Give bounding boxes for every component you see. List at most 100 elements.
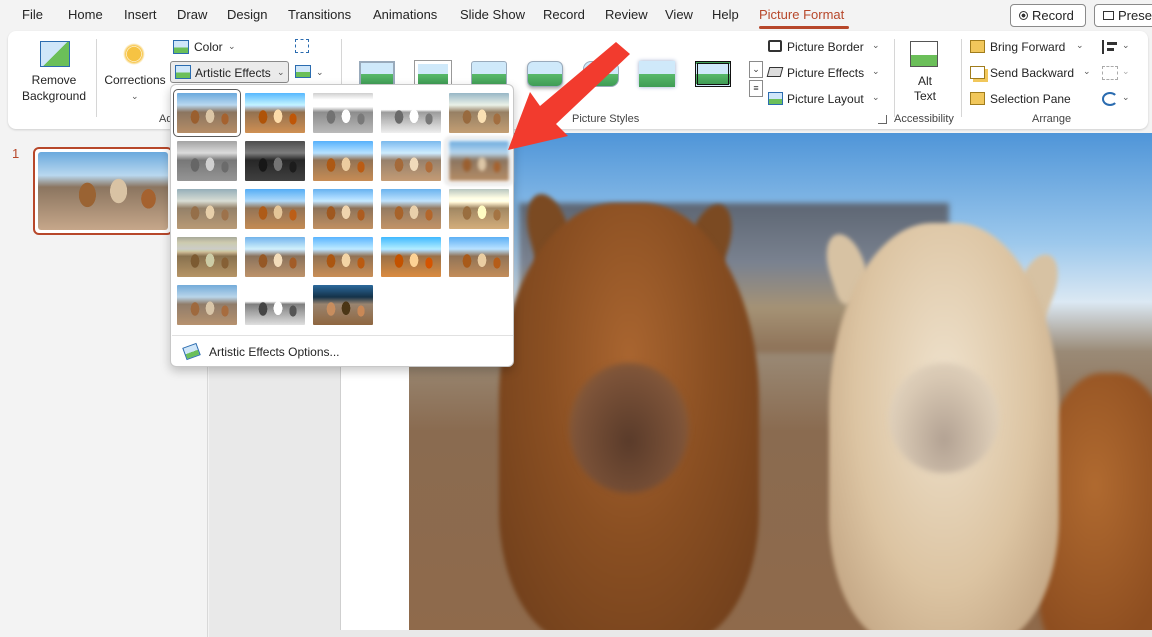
alpaca-photo[interactable] (409, 133, 1152, 630)
alt-text-button[interactable]: Alt Text (900, 37, 950, 107)
artistic-effect-thumb[interactable] (313, 285, 373, 325)
present-button[interactable]: Preser (1094, 4, 1152, 27)
artistic-effects-label: Artistic Effects (195, 66, 271, 80)
bring-forward-button[interactable]: Bring Forward ⌄ (970, 38, 1090, 56)
tab-slide-show[interactable]: Slide Show (460, 7, 525, 22)
chevron-down-icon[interactable]: ⌄ (1122, 40, 1130, 51)
artistic-effects-icon (175, 65, 191, 79)
artistic-effect-thumb[interactable] (245, 93, 305, 133)
artistic-effect-thumb[interactable] (245, 141, 305, 181)
artistic-effect-thumb[interactable] (381, 237, 441, 277)
artistic-effect-thumb[interactable] (381, 93, 441, 133)
tab-file[interactable]: File (22, 7, 43, 22)
chevron-down-icon: ⌄ (277, 67, 285, 77)
tab-picture-format[interactable]: Picture Format (759, 7, 844, 22)
chevron-down-icon: ⌄ (228, 41, 236, 51)
compress-pictures-icon[interactable] (295, 39, 309, 53)
chevron-down-icon: ⌄ (1076, 40, 1084, 50)
accessibility-group-label: Accessibility (894, 113, 954, 125)
chevron-down-icon: ⌄ (1083, 66, 1091, 76)
chevron-down-icon: ⌄ (872, 92, 880, 102)
slide-thumbnail-image (38, 152, 168, 230)
artistic-effect-thumb[interactable] (449, 189, 509, 229)
chevron-down-icon: ⌄ (872, 40, 880, 50)
artistic-effect-thumb[interactable] (245, 237, 305, 277)
artistic-effect-thumb[interactable] (177, 285, 237, 325)
artistic-effect-thumb[interactable] (313, 189, 373, 229)
dialog-launcher-icon[interactable] (878, 115, 887, 124)
remove-background-label-2: Background (21, 89, 87, 103)
artistic-effect-thumb[interactable] (245, 189, 305, 229)
chevron-down-icon[interactable]: ⌄ (1122, 92, 1130, 103)
tab-home[interactable]: Home (68, 7, 103, 22)
corrections-button[interactable]: Corrections ⌄ (100, 35, 170, 107)
gallery-more-button[interactable]: ≡ (749, 80, 763, 97)
active-tab-indicator (759, 26, 849, 29)
tab-help[interactable]: Help (712, 7, 739, 22)
artistic-effect-thumb[interactable] (381, 189, 441, 229)
bring-forward-icon (970, 40, 985, 53)
artistic-effects-options-item[interactable]: Artistic Effects Options... (181, 342, 505, 363)
tab-view[interactable]: View (665, 7, 693, 22)
present-icon (1103, 11, 1114, 20)
record-icon (1019, 11, 1028, 20)
tab-insert[interactable]: Insert (124, 7, 157, 22)
selection-pane-button[interactable]: Selection Pane (970, 90, 1080, 108)
picture-style-thumb[interactable] (634, 56, 680, 92)
group-objects-icon[interactable] (1102, 66, 1118, 80)
separator (961, 39, 962, 117)
change-picture-icon[interactable] (295, 65, 311, 78)
chevron-down-icon[interactable]: ⌄ (1122, 66, 1130, 77)
record-button[interactable]: Record (1010, 4, 1086, 27)
picture-layout-button[interactable]: Picture Layout ⌄ (766, 90, 884, 108)
picture-effects-button[interactable]: Picture Effects ⌄ (766, 64, 884, 82)
picture-border-button[interactable]: Picture Border ⌄ (766, 38, 884, 56)
artistic-effect-thumb[interactable] (245, 285, 305, 325)
color-label: Color (194, 40, 223, 54)
artistic-effect-thumb[interactable] (313, 141, 373, 181)
slide-thumbnail[interactable] (33, 147, 173, 235)
rotate-icon[interactable] (1102, 92, 1118, 106)
picture-layout-icon (768, 92, 783, 105)
present-button-label: Preser (1118, 8, 1152, 23)
dropdown-separator (172, 335, 513, 336)
artistic-effect-thumb[interactable] (177, 189, 237, 229)
picture-style-thumb[interactable] (690, 56, 736, 92)
picture-layout-label: Picture Layout (787, 92, 864, 106)
send-backward-icon (970, 66, 985, 79)
artistic-effects-button[interactable]: Artistic Effects ⌄ (170, 61, 289, 83)
arrange-group-label: Arrange (1032, 113, 1072, 125)
separator (96, 39, 97, 117)
artistic-effects-options-label: Artistic Effects Options... (209, 345, 340, 359)
tab-design[interactable]: Design (227, 7, 267, 22)
chevron-down-icon: ⌄ (872, 66, 880, 76)
align-icon[interactable] (1102, 40, 1118, 54)
artistic-effect-thumb[interactable] (381, 141, 441, 181)
effects-options-icon (182, 342, 201, 361)
gallery-scroll-up[interactable]: ⌄ (749, 61, 763, 78)
remove-background-button[interactable]: Remove Background (16, 35, 92, 107)
artistic-effect-thumb[interactable] (173, 89, 241, 137)
artistic-effect-thumb[interactable] (313, 93, 373, 133)
picture-effects-icon (766, 67, 784, 77)
artistic-effect-thumb[interactable] (177, 237, 237, 277)
bring-forward-label: Bring Forward (990, 40, 1066, 54)
artistic-effect-thumb[interactable] (449, 237, 509, 277)
tab-draw[interactable]: Draw (177, 7, 207, 22)
artistic-effect-thumb[interactable] (313, 237, 373, 277)
tab-review[interactable]: Review (605, 7, 648, 22)
artistic-effect-thumb[interactable] (177, 141, 237, 181)
send-backward-button[interactable]: Send Backward ⌄ (970, 64, 1096, 82)
separator (894, 39, 895, 117)
chevron-down-icon[interactable]: ⌄ (316, 67, 324, 78)
remove-background-label-1: Remove (31, 73, 77, 87)
selection-pane-label: Selection Pane (990, 92, 1071, 106)
artistic-effects-dropdown: Artistic Effects Options... (170, 84, 514, 367)
tab-record[interactable]: Record (543, 7, 585, 22)
tab-animations[interactable]: Animations (373, 7, 437, 22)
corrections-label: Corrections (104, 73, 166, 87)
record-button-label: Record (1032, 8, 1074, 23)
tab-transitions[interactable]: Transitions (288, 7, 351, 22)
picture-border-icon (768, 40, 782, 52)
color-button[interactable]: Color ⌄ (173, 37, 243, 57)
